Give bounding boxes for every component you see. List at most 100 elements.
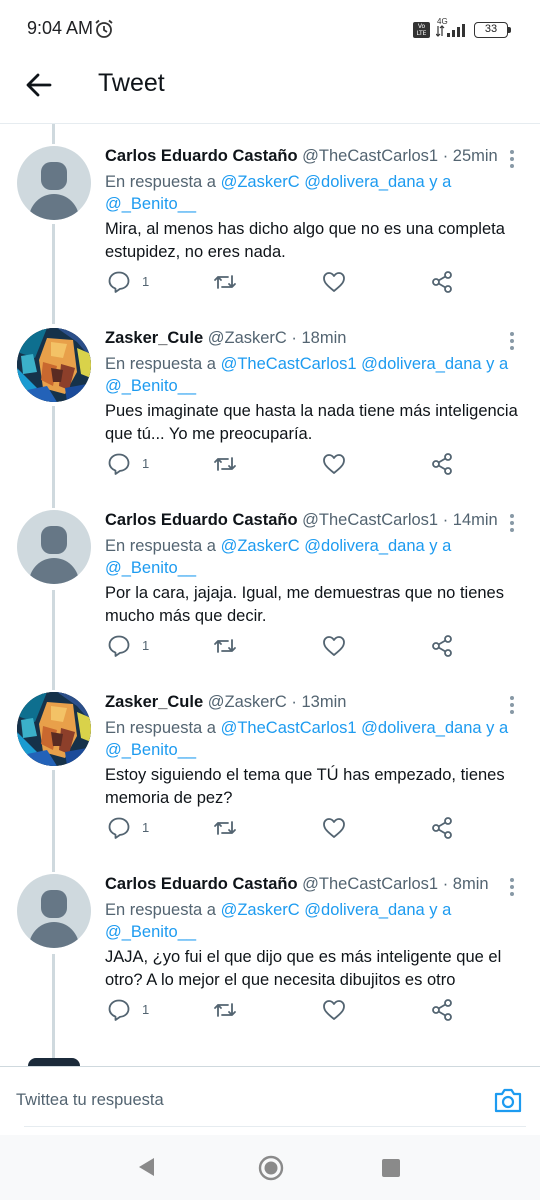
avatar[interactable]	[17, 146, 91, 220]
retweet-button[interactable]	[213, 634, 237, 664]
like-button[interactable]	[322, 270, 346, 300]
avatar-head	[41, 526, 67, 554]
share-button[interactable]	[430, 998, 454, 1028]
share-icon	[432, 453, 452, 475]
display-name[interactable]: Zasker_Cule	[105, 693, 203, 711]
mention-link[interactable]: @dolivera_dana	[304, 173, 424, 191]
avatar[interactable]	[17, 874, 91, 948]
share-button[interactable]	[430, 270, 454, 300]
retweet-button[interactable]	[213, 270, 237, 300]
retweet-button[interactable]	[213, 816, 237, 846]
more-vertical-icon[interactable]	[508, 330, 516, 352]
mention-link[interactable]: @ZaskerC	[221, 173, 300, 191]
like-button[interactable]	[322, 452, 346, 482]
like-button[interactable]	[322, 998, 346, 1028]
reply-button[interactable]: 1	[107, 816, 149, 846]
nav-recents-icon[interactable]	[382, 1159, 400, 1177]
display-name[interactable]: Zasker_Cule	[105, 329, 203, 347]
battery-icon: 33	[474, 22, 508, 38]
app-header: Tweet	[0, 58, 540, 124]
mention-link[interactable]: @TheCastCarlos1	[221, 719, 357, 737]
profile-art-image	[17, 328, 91, 402]
reply-join: y a	[429, 537, 452, 555]
retweet-icon	[214, 1003, 236, 1017]
reply-prefix: En respuesta a	[105, 173, 216, 191]
reply-context: En respuesta a @ZaskerC @dolivera_dana y…	[105, 535, 515, 579]
reply-composer[interactable]: Twittea tu respuesta	[0, 1066, 540, 1132]
reply-count: 1	[142, 456, 150, 471]
retweet-button[interactable]	[213, 452, 237, 482]
tweet[interactable]: Carlos Eduardo Castaño @TheCastCarlos1 ·…	[0, 874, 540, 1056]
reply-prefix: En respuesta a	[105, 537, 216, 555]
tweet[interactable]: Carlos Eduardo Castaño @TheCastCarlos1 ·…	[0, 510, 540, 692]
heart-icon	[323, 636, 345, 656]
profile-art-image	[17, 692, 91, 766]
like-button[interactable]	[322, 816, 346, 846]
mention-link[interactable]: @dolivera_dana	[304, 901, 424, 919]
like-button[interactable]	[322, 634, 346, 664]
display-name[interactable]: Carlos Eduardo Castaño	[105, 511, 298, 529]
user-handle: @ZaskerC	[207, 329, 287, 347]
next-tweet-avatar[interactable]	[28, 1058, 80, 1066]
tweet[interactable]: Zasker_Cule @ZaskerC · 13min En respuest…	[0, 692, 540, 874]
tweet-header: Carlos Eduardo Castaño @TheCastCarlos1 ·…	[105, 511, 498, 530]
tweet[interactable]: Carlos Eduardo Castaño @TheCastCarlos1 ·…	[0, 146, 540, 328]
display-name[interactable]: Carlos Eduardo Castaño	[105, 147, 298, 165]
share-button[interactable]	[430, 634, 454, 664]
mention-link[interactable]: @_Benito__	[105, 741, 196, 759]
reply-button[interactable]: 1	[107, 634, 149, 664]
display-name[interactable]: Carlos Eduardo Castaño	[105, 875, 298, 893]
reply-count: 1	[142, 274, 150, 289]
mention-link[interactable]: @dolivera_dana	[361, 355, 481, 373]
mention-link[interactable]: @dolivera_dana	[304, 537, 424, 555]
tweet-detail-screen: 9:04 AM Vo LTE 4G 33 Tweet Carlos Eduard…	[0, 0, 540, 1200]
more-vertical-icon[interactable]	[508, 512, 516, 534]
retweet-icon	[214, 275, 236, 289]
avatar[interactable]	[17, 692, 91, 766]
status-time: 9:04 AM	[27, 18, 94, 38]
nav-home-icon[interactable]	[258, 1155, 284, 1181]
more-vertical-icon[interactable]	[508, 876, 516, 898]
more-vertical-icon[interactable]	[508, 148, 516, 170]
camera-icon[interactable]	[492, 1084, 524, 1116]
reply-count: 1	[142, 820, 150, 835]
reply-join: y a	[429, 173, 452, 191]
avatar-shoulders	[29, 194, 79, 220]
reply-button[interactable]: 1	[107, 452, 149, 482]
arrow-left-icon[interactable]	[22, 68, 56, 102]
mention-link[interactable]: @ZaskerC	[221, 537, 300, 555]
retweet-button[interactable]	[213, 998, 237, 1028]
mention-link[interactable]: @_Benito__	[105, 559, 196, 577]
tweet-time: · 13min	[291, 693, 347, 711]
reply-button[interactable]: 1	[107, 998, 149, 1028]
tweet-header: Zasker_Cule @ZaskerC · 13min	[105, 693, 346, 712]
avatar[interactable]	[17, 328, 91, 402]
avatar[interactable]	[17, 510, 91, 584]
share-button[interactable]	[430, 452, 454, 482]
reply-input[interactable]: Twittea tu respuesta	[16, 1091, 164, 1110]
mention-link[interactable]: @_Benito__	[105, 195, 196, 213]
reply-join: y a	[486, 719, 509, 737]
composer-underline	[24, 1126, 526, 1127]
heart-icon	[323, 454, 345, 474]
tweet-actions: 1	[105, 452, 525, 482]
mention-link[interactable]: @_Benito__	[105, 377, 196, 395]
tweet-time: · 18min	[291, 329, 347, 347]
mention-link[interactable]: @_Benito__	[105, 923, 196, 941]
mention-link[interactable]: @ZaskerC	[221, 901, 300, 919]
heart-icon	[323, 1000, 345, 1020]
reply-prefix: En respuesta a	[105, 901, 216, 919]
tweet-actions: 1	[105, 816, 525, 846]
mention-link[interactable]: @TheCastCarlos1	[221, 355, 357, 373]
share-button[interactable]	[430, 816, 454, 846]
battery-level: 33	[484, 23, 498, 35]
system-navigation-bar	[0, 1135, 540, 1200]
mention-link[interactable]: @dolivera_dana	[361, 719, 481, 737]
nav-back-icon[interactable]	[136, 1156, 156, 1178]
battery-cap	[508, 27, 511, 33]
reply-prefix: En respuesta a	[105, 719, 216, 737]
more-vertical-icon[interactable]	[508, 694, 516, 716]
reply-button[interactable]: 1	[107, 270, 149, 300]
tweet[interactable]: Zasker_Cule @ZaskerC · 18min En respuest…	[0, 328, 540, 510]
share-icon	[432, 271, 452, 293]
